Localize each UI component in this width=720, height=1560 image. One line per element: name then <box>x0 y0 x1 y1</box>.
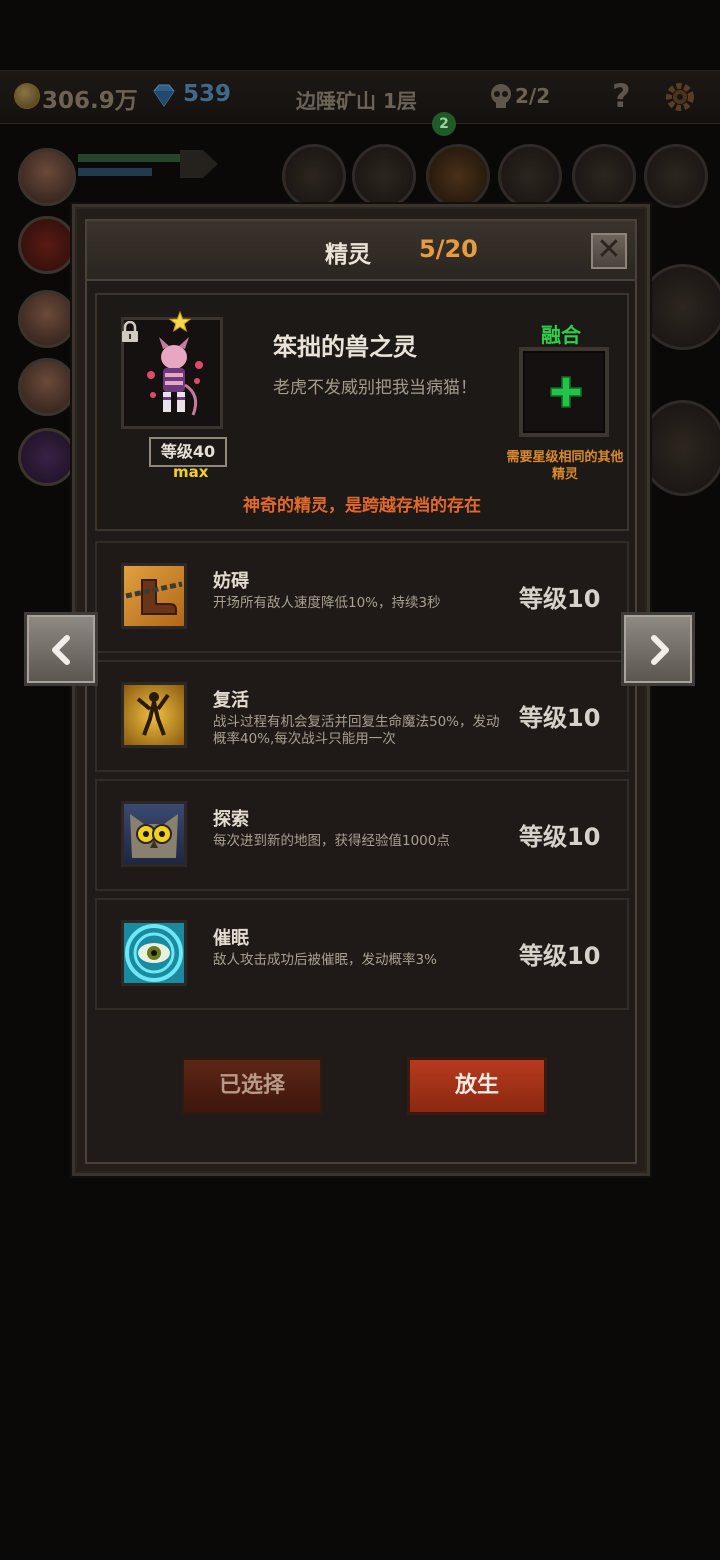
fuse-button[interactable] <box>519 347 609 437</box>
notification-badge: 2 <box>432 112 456 136</box>
chevron-right-icon <box>651 635 669 665</box>
owl-icon <box>121 801 187 867</box>
chevron-left-icon <box>52 635 70 665</box>
skill-description: 开场所有敌人速度降低10%，持续3秒 <box>213 595 441 611</box>
item-slot-vortex <box>352 144 416 208</box>
next-pet-button[interactable] <box>621 612 695 686</box>
dialog-title: 精灵 <box>325 242 371 268</box>
selected-button[interactable]: 已选择 <box>181 1057 323 1115</box>
hero-avatar-2 <box>18 216 76 274</box>
fuse-hint: 需要星级相同的其他精灵 <box>506 450 624 482</box>
skill-level: 等级10 <box>519 942 601 970</box>
pet-card: 等级40 max 笨拙的兽之灵 老虎不发威别把我当病猫！ 融合 需要星级相同的其… <box>95 293 629 531</box>
close-button[interactable]: ✕ <box>591 233 627 269</box>
skill-name: 催眠 <box>213 928 249 949</box>
hypno-eye-icon <box>121 920 187 986</box>
star-icon <box>169 311 191 333</box>
top-hud: 306.9万 539 边陲矿山 1层 2/2 ? <box>0 70 720 124</box>
pet-sprite-image <box>147 337 203 416</box>
help-icon[interactable]: ? <box>612 77 631 115</box>
hero-avatar-1 <box>18 148 76 206</box>
pet-name: 笨拙的兽之灵 <box>273 333 417 361</box>
pet-quote: 老虎不发威别把我当病猫！ <box>273 378 477 398</box>
skull-count: 2/2 <box>515 84 551 108</box>
pet-description: 神奇的精灵，是跨越存档的存在 <box>243 496 481 516</box>
hero-avatar-4 <box>18 358 76 416</box>
map-title: 边陲矿山 1层 <box>296 89 417 113</box>
pet-dialog: 精灵 5/20 ✕ 等级40 max 笨拙的兽之灵 老虎不发威别把我当病猫！ 融… <box>72 204 650 1176</box>
skill-level: 等级10 <box>519 823 601 851</box>
item-slot-bell <box>498 144 562 208</box>
skill-name: 复活 <box>213 690 249 711</box>
revive-figure-icon <box>121 682 187 748</box>
skill-row-hypnosis: 催眠 敌人攻击成功后被催眠，发动概率3% 等级10 <box>95 898 629 1010</box>
skill-name: 探索 <box>213 809 249 830</box>
skill-name: 妨碍 <box>213 571 249 592</box>
release-button[interactable]: 放生 <box>407 1057 547 1115</box>
max-label: max <box>173 463 209 481</box>
chained-boot-icon <box>121 563 187 629</box>
gold-coin-icon <box>14 83 40 109</box>
gear-icon[interactable] <box>664 81 696 113</box>
skull-icon <box>491 84 511 108</box>
gem-amount: 539 <box>183 81 232 107</box>
hero-avatar-5 <box>18 428 76 486</box>
skill-level: 等级10 <box>519 585 601 613</box>
hero-arrow-frame <box>180 150 218 178</box>
dialog-frame: 精灵 5/20 ✕ 等级40 max 笨拙的兽之灵 老虎不发威别把我当病猫！ 融… <box>85 219 637 1164</box>
hero-hp-bar <box>78 154 184 162</box>
item-slot-beast <box>644 144 708 208</box>
pet-count: 5/20 <box>419 235 478 263</box>
skill-row-revive: 复活 战斗过程有机会复活并回复生命魔法50%，发动概率40%,每次战斗只能用一次… <box>95 660 629 772</box>
gold-amount: 306.9万 <box>42 88 138 114</box>
item-slot-feather <box>572 144 636 208</box>
side-creature <box>640 400 720 496</box>
prev-pet-button[interactable] <box>24 612 98 686</box>
skill-row-hinder: 妨碍 开场所有敌人速度降低10%，持续3秒 等级10 <box>95 541 629 653</box>
skill-description: 战斗过程有机会复活并回复生命魔法50%，发动概率40%,每次战斗只能用一次 <box>213 714 500 747</box>
item-slot-pumpkin <box>426 144 490 208</box>
hero-mp-bar <box>78 168 152 176</box>
side-portrait <box>640 264 720 350</box>
item-slot-coffin <box>282 144 346 208</box>
dialog-title-bar: 精灵 5/20 ✕ <box>87 221 635 281</box>
skill-row-explore: 探索 每次进到新的地图，获得经验值1000点 等级10 <box>95 779 629 891</box>
skill-description: 每次进到新的地图，获得经验值1000点 <box>213 833 450 849</box>
skill-level: 等级10 <box>519 704 601 732</box>
plus-icon <box>550 376 582 408</box>
fuse-label: 融合 <box>541 323 581 347</box>
lock-icon[interactable] <box>121 321 139 343</box>
skill-description: 敌人攻击成功后被催眠，发动概率3% <box>213 952 437 968</box>
hero-avatar-3 <box>18 290 76 348</box>
diamond-icon <box>153 84 175 107</box>
